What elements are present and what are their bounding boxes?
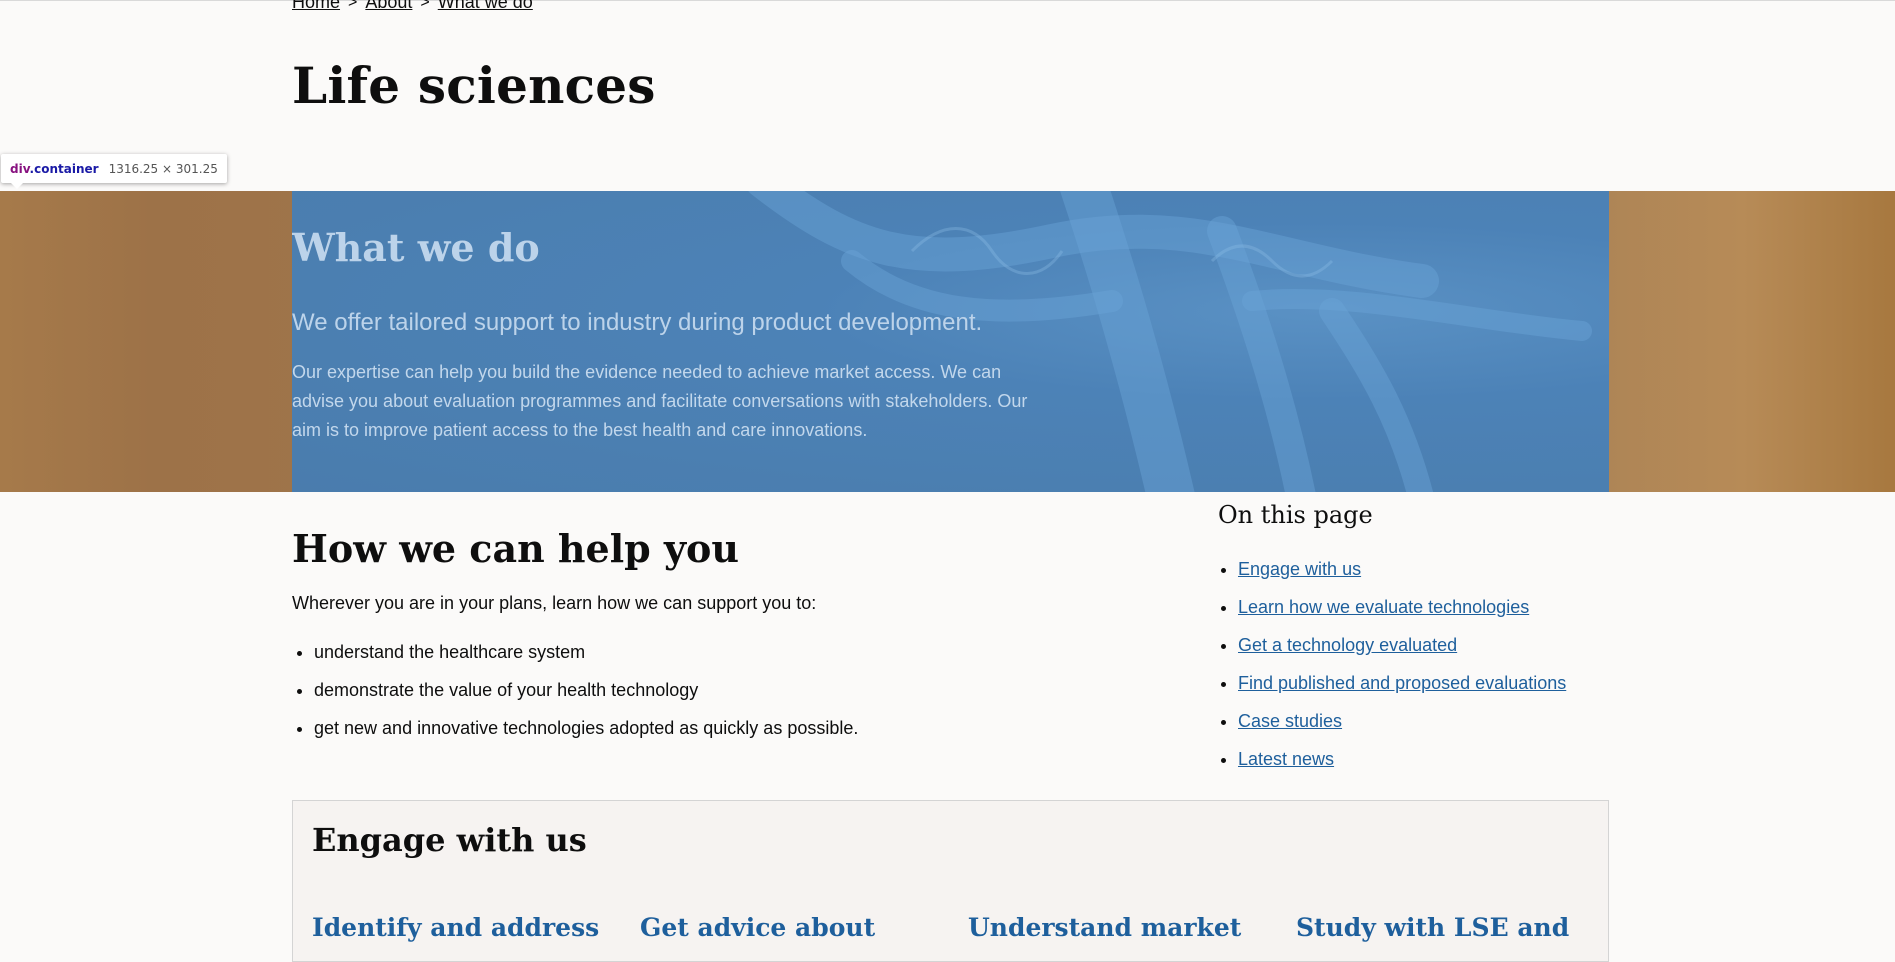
get-evaluated-link[interactable]: Get a technology evaluated (1238, 635, 1457, 655)
breadcrumb-home-link[interactable]: Home (292, 0, 340, 13)
help-intro-text: Wherever you are in your plans, learn ho… (292, 593, 817, 613)
list-item: Find published and proposed evaluations (1238, 667, 1566, 705)
engage-card-link[interactable]: Get advice about (640, 913, 875, 942)
case-studies-link[interactable]: Case studies (1238, 711, 1342, 731)
list-item: Latest news (1238, 743, 1566, 781)
engage-heading: Engage with us (312, 821, 587, 859)
hero-body-text: Our expertise can help you build the evi… (292, 362, 1028, 440)
top-border (0, 0, 1895, 1)
learn-evaluate-link[interactable]: Learn how we evaluate technologies (1238, 597, 1529, 617)
list-item: demonstrate the value of your health tec… (314, 675, 858, 713)
engage-card-link[interactable]: Identify and address (312, 913, 599, 942)
breadcrumb-about-link[interactable]: About (365, 0, 412, 13)
devtools-class-name: .container (29, 161, 99, 176)
how-we-can-help-heading: How we can help you (292, 526, 740, 571)
page-title: Life sciences (292, 56, 656, 115)
breadcrumb: Home > About > What we do (292, 0, 533, 13)
engage-card-link[interactable]: Understand market (968, 913, 1241, 942)
list-item: Case studies (1238, 705, 1566, 743)
engage-with-us-link[interactable]: Engage with us (1238, 559, 1361, 579)
list-item: Engage with us (1238, 553, 1566, 591)
hero-banner: What we do We offer tailored support to … (0, 191, 1895, 492)
latest-news-link[interactable]: Latest news (1238, 749, 1334, 769)
breadcrumb-separator: > (420, 0, 430, 11)
hero-heading: What we do (292, 225, 540, 270)
help-list: understand the healthcare system demonst… (292, 637, 858, 751)
list-item: Get a technology evaluated (1238, 629, 1566, 667)
list-item: Learn how we evaluate technologies (1238, 591, 1566, 629)
devtools-element-dimensions: 1316.25 × 301.25 (108, 161, 218, 176)
on-this-page-heading: On this page (1218, 501, 1373, 529)
find-evaluations-link[interactable]: Find published and proposed evaluations (1238, 673, 1566, 693)
hero-lead-text: We offer tailored support to industry du… (292, 309, 983, 336)
breadcrumb-what-we-do-link[interactable]: What we do (438, 0, 533, 13)
on-this-page-list: Engage with us Learn how we evaluate tec… (1218, 553, 1566, 781)
engage-card-link[interactable]: Study with LSE and (1296, 913, 1569, 942)
devtools-tag-name: div (10, 161, 30, 176)
engage-with-us-section: Engage with us Identify and address Get … (292, 800, 1609, 962)
list-item: get new and innovative technologies adop… (314, 713, 858, 751)
devtools-element-selector: div.container (10, 162, 99, 176)
devtools-element-tooltip: div.container 1316.25 × 301.25 (1, 154, 227, 189)
list-item: understand the healthcare system (314, 637, 858, 675)
breadcrumb-separator: > (348, 0, 358, 11)
hero-container: What we do We offer tailored support to … (292, 191, 1609, 492)
